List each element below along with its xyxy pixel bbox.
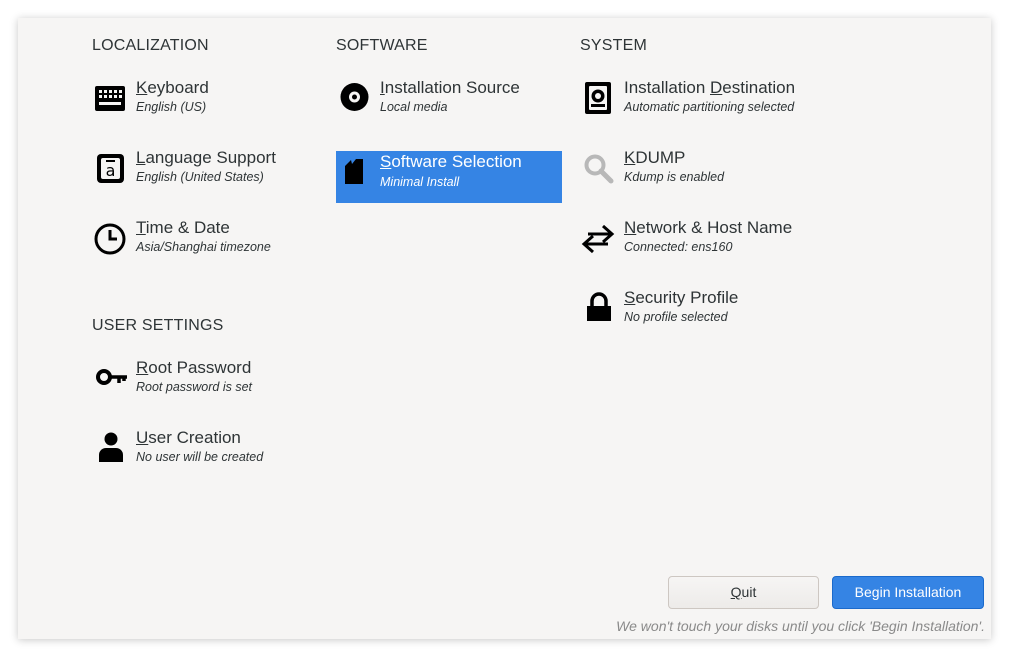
spoke-kdump[interactable]: KDUMP Kdump is enabled bbox=[580, 148, 840, 203]
spoke-root-title: Root Password bbox=[136, 358, 252, 377]
user-icon bbox=[92, 431, 128, 467]
spoke-network-title: Network & Host Name bbox=[624, 218, 793, 237]
spoke-root-password[interactable]: Root Password Root password is set bbox=[92, 358, 312, 413]
section-system: SYSTEM bbox=[580, 37, 647, 54]
spoke-keyboard-title: Keyboard bbox=[136, 78, 209, 97]
spoke-user-title: User Creation bbox=[136, 428, 241, 447]
quit-button[interactable]: Quit bbox=[668, 576, 819, 609]
spoke-time-date[interactable]: Time & Date Asia/Shanghai timezone bbox=[92, 218, 312, 273]
spoke-source-title: Installation Source bbox=[380, 78, 520, 97]
section-software: SOFTWARE bbox=[336, 37, 428, 54]
svg-text:a: a bbox=[106, 161, 116, 180]
clock-icon bbox=[92, 221, 128, 257]
spoke-user-status: No user will be created bbox=[136, 450, 264, 464]
spoke-destination-status: Automatic partitioning selected bbox=[624, 100, 795, 114]
spoke-security-status: No profile selected bbox=[624, 310, 728, 324]
spoke-time-status: Asia/Shanghai timezone bbox=[136, 240, 271, 254]
language-icon: a bbox=[92, 151, 128, 187]
package-icon bbox=[336, 154, 372, 190]
spoke-kdump-status: Kdump is enabled bbox=[624, 170, 725, 184]
spoke-installation-source[interactable]: Installation Source Local media bbox=[336, 78, 562, 133]
lock-icon bbox=[580, 291, 616, 327]
spoke-software-selection[interactable]: Software Selection Minimal Install bbox=[336, 151, 562, 203]
magnifier-icon bbox=[580, 151, 616, 187]
spoke-source-status: Local media bbox=[380, 100, 448, 114]
harddisk-icon bbox=[580, 81, 616, 117]
begin-installation-button[interactable]: Begin Installation bbox=[832, 576, 984, 609]
spoke-destination-title: Installation Destination bbox=[624, 78, 796, 97]
spoke-keyboard[interactable]: Keyboard English (US) bbox=[92, 78, 312, 133]
section-user-settings: USER SETTINGS bbox=[92, 317, 224, 334]
spoke-security-profile[interactable]: Security Profile No profile selected bbox=[580, 288, 840, 343]
spoke-network-hostname[interactable]: Network & Host Name Connected: ens160 bbox=[580, 218, 840, 273]
spoke-kdump-title: KDUMP bbox=[624, 148, 686, 167]
disk-warning-note: We won't touch your disks until you clic… bbox=[616, 618, 985, 634]
spoke-user-creation[interactable]: User Creation No user will be created bbox=[92, 428, 312, 483]
disc-icon bbox=[336, 81, 372, 117]
key-icon bbox=[92, 361, 128, 397]
spoke-language-support[interactable]: a Language Support English (United State… bbox=[92, 148, 312, 203]
spoke-root-status: Root password is set bbox=[136, 380, 253, 394]
spoke-language-title: Language Support bbox=[136, 148, 276, 167]
network-arrows-icon bbox=[580, 221, 616, 257]
spoke-language-status: English (United States) bbox=[136, 170, 264, 184]
section-localization: LOCALIZATION bbox=[92, 37, 209, 54]
spoke-keyboard-status: English (US) bbox=[136, 100, 207, 114]
spoke-security-title: Security Profile bbox=[624, 288, 739, 307]
spoke-software-title: Software Selection bbox=[380, 152, 522, 171]
spoke-network-status: Connected: ens160 bbox=[624, 240, 733, 254]
spoke-software-status: Minimal Install bbox=[380, 175, 460, 189]
keyboard-icon bbox=[92, 81, 128, 117]
spoke-installation-destination[interactable]: Installation Destination Automatic parti… bbox=[580, 78, 840, 133]
spoke-time-title: Time & Date bbox=[136, 218, 230, 237]
